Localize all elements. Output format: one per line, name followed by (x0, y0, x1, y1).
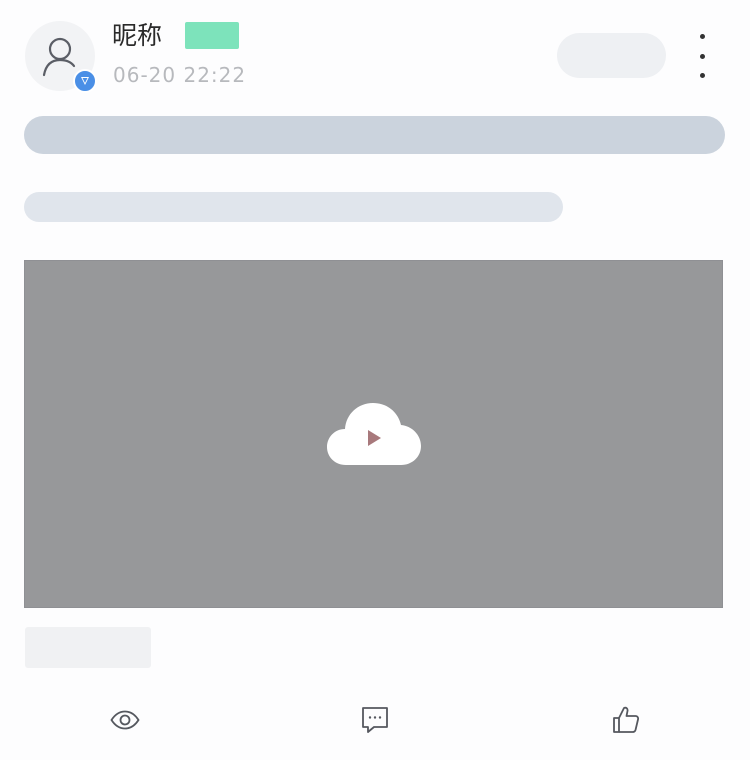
views-button[interactable] (107, 702, 143, 738)
comments-button[interactable] (357, 702, 393, 738)
video-player[interactable] (24, 260, 723, 608)
thumbs-up-icon (613, 706, 640, 733)
eye-icon (110, 710, 140, 730)
title-placeholder (24, 116, 725, 154)
post-card: 昵称 06-20 22:22 (0, 0, 750, 760)
text-placeholder (24, 192, 563, 222)
comment-icon (362, 707, 388, 733)
follow-button[interactable] (557, 33, 666, 78)
verified-v-icon (73, 69, 97, 93)
likes-button[interactable] (608, 702, 644, 738)
person-icon (42, 37, 76, 77)
tag-placeholder (25, 627, 151, 668)
cloud-play-icon[interactable] (326, 401, 422, 467)
nickname[interactable]: 昵称 (112, 20, 162, 52)
post-time: 06-20 22:22 (113, 63, 247, 87)
user-badge (185, 22, 239, 49)
avatar[interactable] (25, 21, 97, 93)
more-vertical-icon[interactable] (690, 34, 714, 78)
